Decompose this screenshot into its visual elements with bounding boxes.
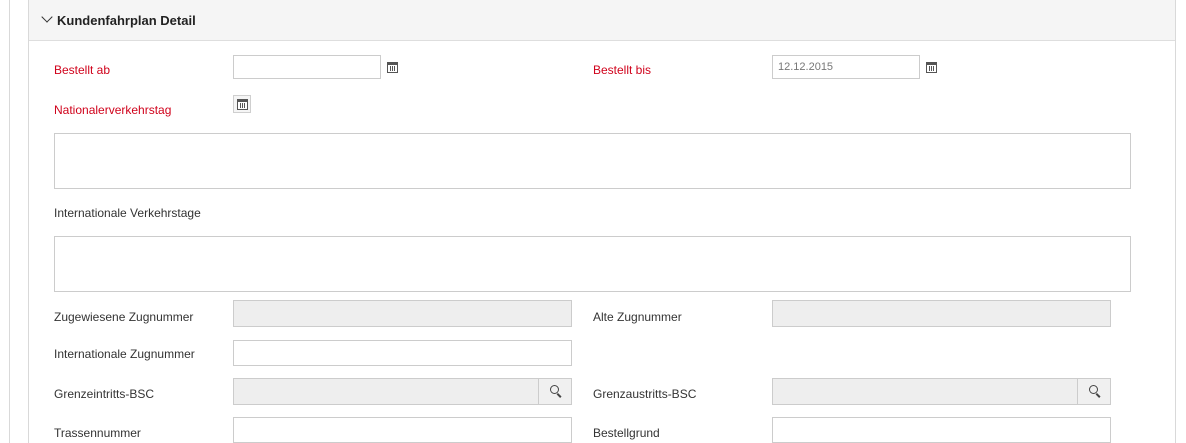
panel-header[interactable]: Kundenfahrplan Detail — [29, 0, 1175, 41]
search-icon — [1089, 385, 1098, 394]
bestellgrund-input[interactable] — [772, 417, 1111, 443]
grenzeintritts-bsc-search-button[interactable] — [538, 379, 571, 404]
panel-title: Kundenfahrplan Detail — [57, 13, 196, 28]
trassennummer-label: Trassennummer — [54, 426, 141, 440]
alte-zugnummer-input[interactable] — [772, 300, 1111, 327]
search-icon — [550, 385, 559, 394]
bestellt-bis-input[interactable]: 12.12.2015 — [772, 55, 920, 79]
bestellgrund-label: Bestellgrund — [593, 426, 660, 440]
internationale-zugnummer-label: Internationale Zugnummer — [54, 347, 195, 361]
grenzeintritts-bsc-label: Grenzeintritts-BSC — [54, 387, 155, 401]
internationale-verkehrstage-label: Internationale Verkehrstage — [54, 206, 201, 220]
nationalerverkehrstag-textarea[interactable] — [54, 133, 1131, 189]
grenzeintritts-bsc-input[interactable] — [233, 378, 572, 405]
internationale-verkehrstage-textarea[interactable] — [54, 236, 1131, 292]
internationale-zugnummer-input[interactable] — [233, 340, 572, 366]
grenzaustritts-bsc-label: Grenzaustritts-BSC — [593, 387, 697, 401]
bestellt-bis-label: Bestellt bis — [593, 63, 652, 77]
outer-frame-border — [9, 0, 10, 443]
chevron-down-icon[interactable] — [41, 11, 53, 23]
zugewiesene-zugnummer-label: Zugewiesene Zugnummer — [54, 310, 194, 324]
calendar-icon[interactable] — [926, 62, 937, 73]
trassennummer-input[interactable] — [233, 417, 572, 443]
calendar-icon — [237, 99, 248, 110]
bestellt-ab-input[interactable] — [233, 55, 381, 79]
grenzaustritts-bsc-input[interactable] — [772, 378, 1111, 405]
nationalerverkehrstag-calendar-button[interactable] — [233, 95, 251, 113]
alte-zugnummer-label: Alte Zugnummer — [593, 310, 682, 324]
zugewiesene-zugnummer-input[interactable] — [233, 300, 572, 327]
nationalerverkehrstag-label: Nationalerverkehrstag — [54, 103, 172, 117]
bestellt-ab-label: Bestellt ab — [54, 63, 111, 77]
grenzaustritts-bsc-search-button[interactable] — [1077, 379, 1110, 404]
calendar-icon[interactable] — [387, 62, 398, 73]
